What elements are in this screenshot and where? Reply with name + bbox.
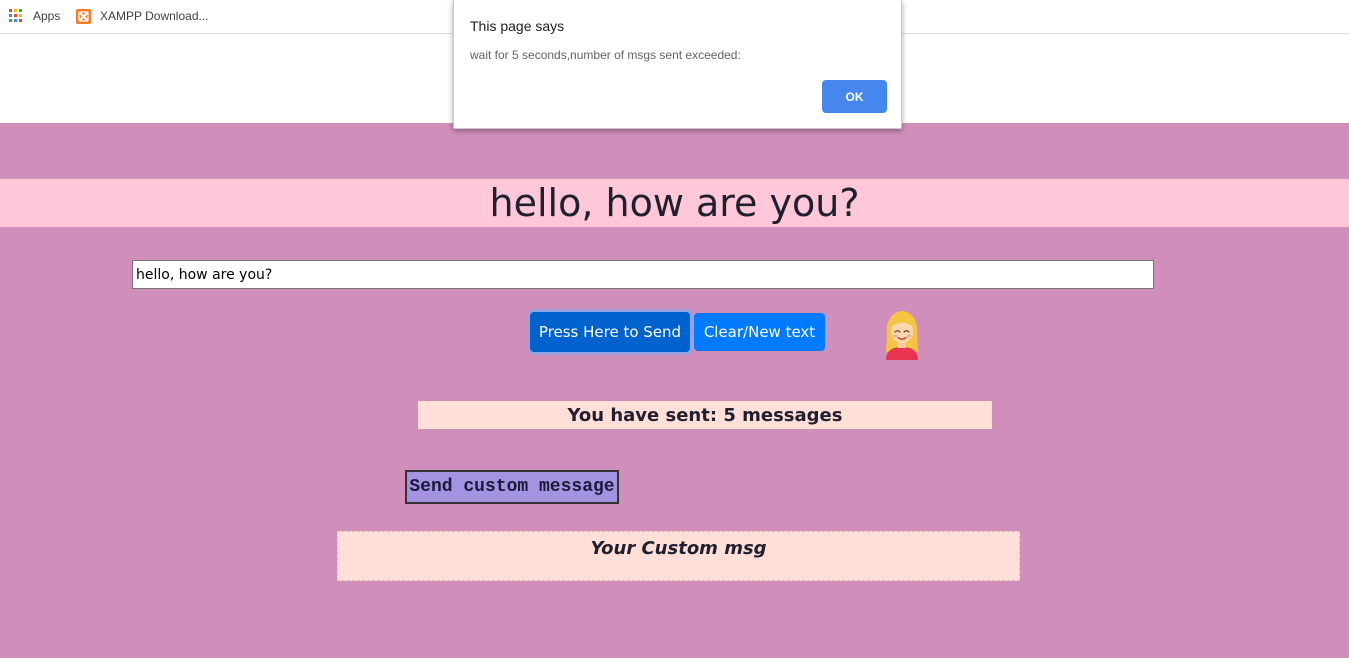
dialog-ok-button[interactable]: OK bbox=[822, 80, 887, 113]
bookmark-apps-label: Apps bbox=[33, 9, 61, 23]
message-counter: You have sent: 5 messages bbox=[418, 401, 992, 429]
dialog-title: This page says bbox=[470, 18, 565, 34]
message-input[interactable] bbox=[132, 260, 1154, 289]
alert-dialog: This page says wait for 5 seconds,number… bbox=[453, 0, 902, 129]
apps-grid-icon bbox=[9, 9, 23, 23]
xampp-logo-icon bbox=[76, 8, 91, 24]
send-button[interactable]: Press Here to Send bbox=[530, 312, 690, 352]
heading-band: hello, how are you? bbox=[0, 179, 1349, 227]
bookmark-xampp-label: XAMPP Download... bbox=[100, 9, 209, 23]
clear-button[interactable]: Clear/New text bbox=[694, 313, 825, 351]
page-heading: hello, how are you? bbox=[489, 181, 860, 225]
bookmark-xampp[interactable]: XAMPP Download... bbox=[76, 7, 209, 25]
bookmark-apps[interactable]: Apps bbox=[9, 7, 60, 25]
page-body: hello, how are you? Press Here to Send C… bbox=[0, 123, 1349, 658]
custom-message-box: Your Custom msg bbox=[337, 531, 1020, 581]
girl-emoji-icon bbox=[886, 311, 918, 360]
send-custom-message-button[interactable]: Send custom message bbox=[405, 470, 619, 504]
dialog-message: wait for 5 seconds,number of msgs sent e… bbox=[470, 48, 741, 62]
